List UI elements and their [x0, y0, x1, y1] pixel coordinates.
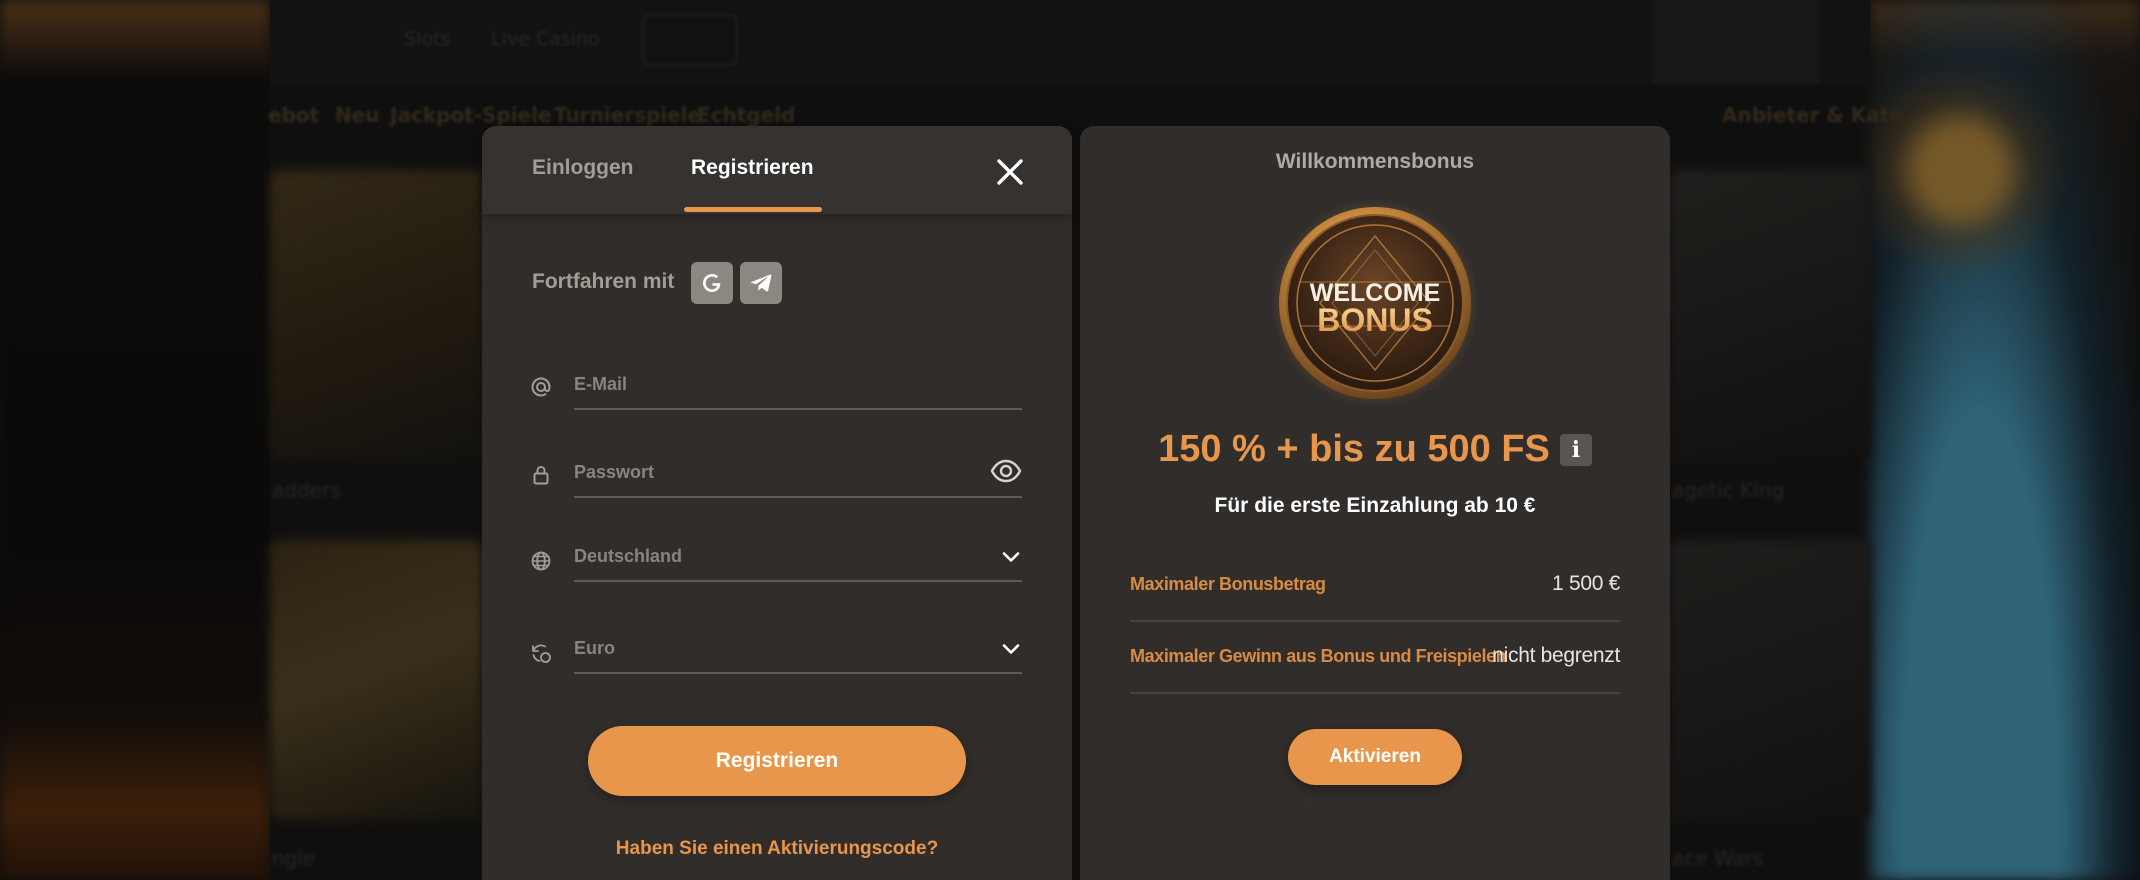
bonus-offer-text: 150 % + bis zu 500 FS: [1158, 428, 1550, 470]
chevron-down-icon: [1002, 644, 1020, 654]
coin-text-bonus: BONUS: [1317, 302, 1433, 338]
telegram-icon: [750, 274, 772, 292]
email-placeholder: E-Mail: [574, 374, 628, 394]
currency-value: Euro: [574, 638, 616, 658]
welcome-bonus-coin-image: WELCOME BONUS: [1271, 199, 1479, 407]
chevron-down-icon: [1002, 552, 1020, 562]
currency-select[interactable]: Euro: [574, 626, 1022, 674]
activate-bonus-button[interactable]: Aktivieren: [1288, 729, 1462, 785]
google-login-button[interactable]: [691, 262, 733, 304]
country-select[interactable]: Deutschland: [574, 534, 1022, 582]
bonus-detail-value: nicht begrenzt: [1492, 644, 1620, 667]
bonus-title: Willkommensbonus: [1275, 150, 1475, 173]
auth-panel: Einloggen Registrieren Fortfahren mit E-…: [482, 126, 1072, 880]
globe-icon: [531, 551, 551, 571]
at-icon: [531, 377, 551, 397]
show-password-toggle[interactable]: [990, 458, 1022, 488]
password-field[interactable]: Passwort: [574, 450, 1022, 498]
bonus-detail-row: Maximaler Bonusbetrag 1 500 €: [1130, 550, 1620, 622]
close-button[interactable]: [992, 154, 1028, 190]
continue-with-label: Fortfahren mit: [532, 270, 675, 293]
bonus-detail-label: Maximaler Bonusbetrag: [1130, 574, 1326, 594]
password-placeholder: Passwort: [574, 462, 655, 482]
auth-tabs: Einloggen Registrieren: [482, 126, 1072, 214]
currency-exchange-icon: [532, 644, 551, 663]
bonus-detail-value: 1 500 €: [1552, 572, 1620, 595]
activation-code-link[interactable]: Haben Sie einen Aktivierungscode?: [482, 838, 1072, 860]
google-icon: [703, 274, 721, 292]
bonus-subtitle: Für die erste Einzahlung ab 10 €: [1214, 494, 1536, 517]
telegram-login-button[interactable]: [740, 262, 782, 304]
bonus-offer: 150 % + bis zu 500 FS i: [1080, 428, 1670, 471]
country-dropdown-toggle[interactable]: [1000, 546, 1022, 572]
welcome-bonus-panel: Willkommensbonus WELCOME BONUS 150 % + b…: [1080, 126, 1670, 880]
eye-icon: [990, 459, 1022, 483]
currency-dropdown-toggle[interactable]: [1000, 638, 1022, 664]
email-field[interactable]: E-Mail: [574, 362, 1022, 410]
country-value: Deutschland: [574, 546, 683, 566]
active-tab-indicator: [684, 207, 822, 212]
tab-register[interactable]: Registrieren: [691, 156, 814, 180]
bonus-detail-label: Maximaler Gewinn aus Bonus und Freispiel…: [1130, 646, 1507, 666]
lock-icon: [533, 465, 549, 485]
register-submit-button[interactable]: Registrieren: [588, 726, 966, 796]
info-icon[interactable]: i: [1559, 433, 1592, 466]
bonus-detail-row: Maximaler Gewinn aus Bonus und Freispiel…: [1130, 622, 1620, 694]
tab-login[interactable]: Einloggen: [532, 156, 634, 180]
close-icon: [997, 159, 1023, 185]
